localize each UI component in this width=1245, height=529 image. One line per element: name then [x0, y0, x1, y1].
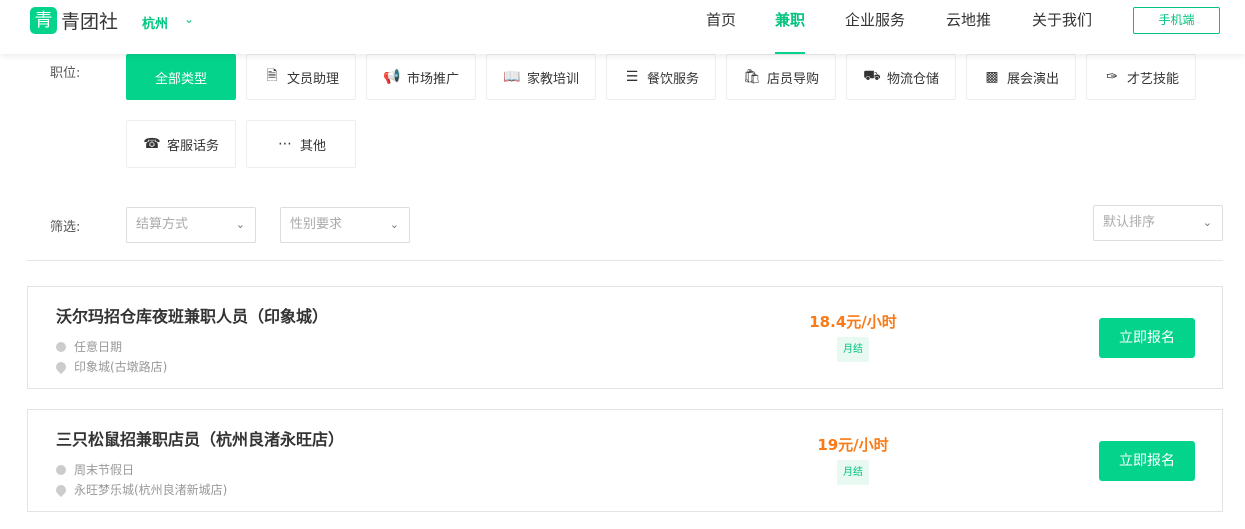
- settlement-badge: 月结: [837, 460, 869, 485]
- ticket-icon: ▩: [985, 69, 999, 85]
- book-icon: 📖: [503, 69, 521, 85]
- filter-label: 筛选:: [50, 220, 81, 235]
- job-location-text: 印象城(古墩路店): [74, 360, 168, 374]
- select-placeholder: 结算方式: [136, 217, 189, 232]
- chevron-down-icon: ⌄: [235, 218, 245, 231]
- category-other[interactable]: ⋯ 其他: [246, 120, 356, 168]
- category-label-text: 物流仓储: [886, 71, 939, 87]
- more-icon: ⋯: [277, 136, 292, 152]
- chevron-down-icon[interactable]: ⌄: [184, 12, 194, 26]
- job-date: 任意日期: [56, 338, 122, 355]
- job-location-text: 永旺梦乐城(杭州良渚新城店): [74, 483, 228, 497]
- select-placeholder: 默认排序: [1103, 215, 1156, 230]
- job-date-text: 周末节假日: [74, 463, 135, 477]
- category-label-text: 客服话务: [166, 138, 219, 154]
- job-card[interactable]: 沃尔玛招仓库夜班兼职人员（印象城） 任意日期 印象城(古墩路店) 18.4元/小…: [27, 286, 1223, 389]
- category-label-text: 其他: [299, 138, 326, 154]
- location-pin-icon: [53, 359, 69, 374]
- category-label-text: 店员导购: [766, 71, 819, 87]
- settlement-badge: 月结: [837, 337, 869, 362]
- category-label-text: 市场推广: [406, 71, 459, 87]
- city-selector[interactable]: 杭州: [142, 13, 168, 32]
- shopping-bag-icon: 🛍: [743, 69, 761, 85]
- brush-icon: ✑: [1106, 69, 1118, 85]
- nav-about[interactable]: 关于我们: [1032, 0, 1092, 54]
- gender-select[interactable]: 性别要求 ⌄: [280, 207, 410, 243]
- category-exhibition[interactable]: ▩ 展会演出: [966, 54, 1076, 100]
- truck-icon: ⛟: [863, 68, 881, 84]
- food-icon: ☰: [625, 69, 639, 85]
- category-label-text: 餐饮服务: [646, 71, 699, 87]
- settlement-select[interactable]: 结算方式 ⌄: [126, 207, 256, 243]
- mobile-button[interactable]: 手机端: [1133, 7, 1220, 34]
- document-icon: 🗎: [266, 68, 278, 84]
- divider: [27, 260, 1223, 261]
- select-placeholder: 性别要求: [290, 217, 343, 232]
- category-clerk[interactable]: 🗎 文员助理: [246, 54, 356, 100]
- chevron-down-icon: ⌄: [1202, 216, 1212, 229]
- category-tutoring[interactable]: 📖 家教培训: [486, 54, 596, 100]
- category-service[interactable]: ☎ 客服话务: [126, 120, 236, 168]
- category-all[interactable]: 全部类型: [126, 54, 236, 100]
- apply-button[interactable]: 立即报名: [1099, 318, 1195, 358]
- clock-icon: [56, 341, 66, 352]
- job-date-text: 任意日期: [74, 340, 123, 354]
- category-label-text: 全部类型: [154, 71, 207, 87]
- category-label-text: 家教培训: [526, 71, 579, 87]
- category-logistics[interactable]: ⛟ 物流仓储: [846, 54, 956, 100]
- job-date: 周末节假日: [56, 461, 134, 478]
- header: 青 青团社 杭州 ⌄ 首页 兼职 企业服务 云地推 关于我们 手机端: [0, 0, 1245, 54]
- logo-text: 青团社: [61, 11, 119, 33]
- megaphone-icon: 📢: [383, 69, 401, 85]
- category-talent[interactable]: ✑ 才艺技能: [1086, 54, 1196, 100]
- chevron-down-icon: ⌄: [389, 218, 399, 231]
- job-price: 19元/小时: [817, 436, 889, 454]
- category-marketing[interactable]: 📢 市场推广: [366, 54, 476, 100]
- category-label-text: 才艺技能: [1126, 71, 1179, 87]
- sort-select[interactable]: 默认排序 ⌄: [1093, 205, 1223, 241]
- headset-icon: ☎: [143, 136, 161, 152]
- category-shop[interactable]: 🛍 店员导购: [726, 54, 836, 100]
- logo[interactable]: 青 青团社: [30, 7, 118, 34]
- apply-button[interactable]: 立即报名: [1099, 441, 1195, 481]
- job-title[interactable]: 三只松鼠招兼职店员（杭州良渚永旺店）: [56, 426, 344, 450]
- job-price: 18.4元/小时: [809, 313, 897, 331]
- logo-icon: 青: [30, 7, 57, 34]
- category-label: 职位:: [50, 66, 81, 81]
- nav-enterprise[interactable]: 企业服务: [845, 0, 905, 54]
- location-pin-icon: [53, 482, 69, 497]
- nav-parttime[interactable]: 兼职: [775, 0, 806, 54]
- job-location: 永旺梦乐城(杭州良渚新城店): [53, 481, 228, 498]
- nav-home[interactable]: 首页: [706, 0, 736, 54]
- clock-icon: [56, 464, 66, 475]
- nav-cloud-promo[interactable]: 云地推: [946, 0, 991, 54]
- category-food[interactable]: ☰ 餐饮服务: [606, 54, 716, 100]
- job-location: 印象城(古墩路店): [53, 358, 168, 375]
- job-title[interactable]: 沃尔玛招仓库夜班兼职人员（印象城）: [56, 303, 328, 327]
- job-card[interactable]: 三只松鼠招兼职店员（杭州良渚永旺店） 周末节假日 永旺梦乐城(杭州良渚新城店) …: [27, 409, 1223, 512]
- category-label-text: 文员助理: [286, 71, 339, 87]
- category-label-text: 展会演出: [1006, 71, 1059, 87]
